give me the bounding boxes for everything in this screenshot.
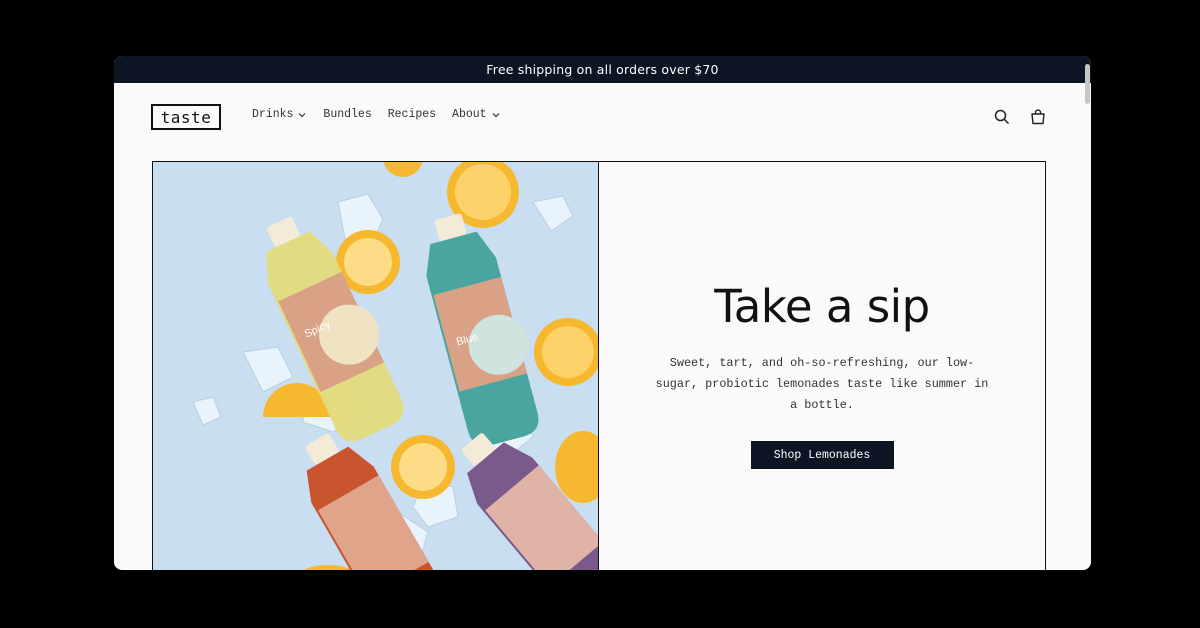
- site-header: taste Drinks Bundles Recipes About: [114, 83, 1091, 162]
- hero-content: Take a sip Sweet, tart, and oh-so-refres…: [599, 162, 1045, 570]
- shop-lemonades-button[interactable]: Shop Lemonades: [750, 441, 894, 469]
- nav-recipes[interactable]: Recipes: [388, 108, 436, 121]
- header-icons: [993, 108, 1047, 126]
- browser-window: Free shipping on all orders over $70 tas…: [114, 56, 1091, 570]
- nav-bundles[interactable]: Bundles: [323, 108, 371, 121]
- nav-about-label: About: [452, 108, 487, 121]
- cart-icon[interactable]: [1029, 108, 1047, 126]
- announcement-text: Free shipping on all orders over $70: [486, 62, 719, 77]
- search-icon[interactable]: [993, 108, 1011, 126]
- scrollbar[interactable]: [1083, 56, 1091, 570]
- lemonade-bottles-image: Spicy Blue: [153, 162, 598, 570]
- main-nav: Drinks Bundles Recipes About: [252, 108, 517, 121]
- logo[interactable]: taste: [151, 104, 221, 130]
- nav-drinks[interactable]: Drinks: [252, 108, 307, 121]
- nav-drinks-label: Drinks: [252, 108, 294, 121]
- announcement-bar: Free shipping on all orders over $70: [114, 56, 1091, 83]
- scrollbar-thumb[interactable]: [1085, 64, 1090, 104]
- nav-bundles-label: Bundles: [323, 108, 372, 121]
- hero-image: Spicy Blue: [153, 162, 599, 570]
- hero-subtitle: Sweet, tart, and oh-so-refreshing, our l…: [655, 356, 989, 412]
- hero-title: Take a sip: [714, 280, 930, 333]
- chevron-down-icon: [298, 112, 306, 117]
- chevron-down-icon: [492, 112, 499, 117]
- nav-about[interactable]: About: [452, 108, 501, 121]
- nav-recipes-label: Recipes: [387, 108, 437, 121]
- hero-banner: Spicy Blue Take a sip Sweet, tart, and o…: [152, 161, 1046, 570]
